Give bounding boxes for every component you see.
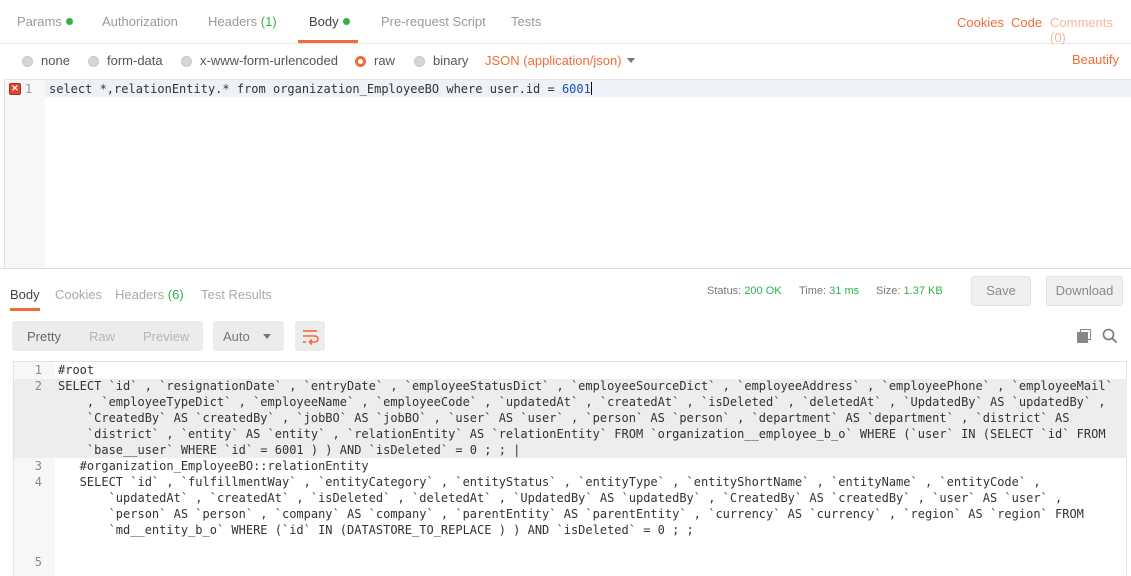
cookies-link[interactable]: Cookies [957,15,1004,30]
tab-tests[interactable]: Tests [511,14,541,29]
search-icon[interactable] [1102,328,1118,344]
line-number: 1 [25,82,33,96]
copy-icon[interactable] [1077,329,1091,343]
response-code-line: `person` AS `person` , `company` AS `com… [58,507,1084,521]
tab-authorization[interactable]: Authorization [102,14,178,29]
view-pretty-button[interactable]: Pretty [27,329,61,344]
error-x-icon[interactable]: × [9,83,21,95]
view-mode-group: Pretty Raw Preview [12,321,203,351]
view-preview-button[interactable]: Preview [143,329,189,344]
params-active-dot [65,18,73,25]
body-option-raw[interactable]: raw [355,53,395,68]
tab-headers[interactable]: Headers (1) [208,14,277,29]
save-button[interactable]: Save [971,276,1031,306]
chevron-down-icon [263,334,271,339]
size-readout: Size: 1.37 KB [876,285,943,297]
response-line-number: 3 [34,459,42,473]
response-tab-headers[interactable]: Headers (6) [115,287,184,302]
request-tab-bar: Params Authorization Headers (1) Body Pr… [0,0,1131,45]
radio-binary[interactable] [414,56,425,67]
response-bar: Body Cookies Headers (6) Test Results St… [0,268,1131,311]
response-code-line: `district` , `entity` AS `entity` , `rel… [58,427,1106,441]
radio-form-data[interactable] [88,56,99,67]
response-code-line: SELECT `id` , `fulfillmentWay` , `entity… [58,475,1041,489]
response-code-line: , `employeeTypeDict` , `employeeName` , … [58,395,1106,409]
response-code-line: #root [58,363,95,377]
radio-urlencoded[interactable] [181,56,192,67]
response-code-line: `base__user` WHERE `id` = 6001 ) ) AND `… [58,443,521,457]
body-option-form-data[interactable]: form-data [88,53,163,68]
content-type-select[interactable]: JSON (application/json) [485,53,622,68]
code-link[interactable]: Code [1011,15,1042,30]
response-body-viewer[interactable]: 1 #root 2 SELECT `id` , `resignationDate` ,… [13,361,1127,576]
radio-none[interactable] [22,56,33,67]
body-option-binary[interactable]: binary [414,53,468,68]
response-code-line: #organization_EmployeeBO::relationEntity [58,459,369,473]
response-code-line: `md__entity_b_o` WHERE (`id` IN (DATASTO… [58,523,694,537]
chevron-down-icon[interactable] [627,58,635,63]
response-line-number: 2 [34,379,42,393]
body-active-dot [342,18,350,25]
active-response-tab-indicator [10,308,40,311]
comments-link[interactable]: Comments (0) [1050,15,1131,45]
request-body-editor[interactable]: × 1 select *,relationEntity.* from organ… [4,79,1131,269]
response-code-line: `updatedAt` , `createdAt` , `isDeleted` … [58,491,1063,505]
tab-body[interactable]: Body [309,14,350,29]
response-code-line: SELECT `id` , `resignationDate` , `entry… [58,379,1113,393]
response-tab-body[interactable]: Body [10,287,40,302]
beautify-button[interactable]: Beautify [1072,52,1119,67]
time-readout: Time: 31 ms [799,285,860,297]
tab-params[interactable]: Params [17,14,73,29]
wrap-lines-button[interactable] [295,321,325,351]
text-cursor [590,82,592,95]
response-tab-test-results[interactable]: Test Results [201,287,272,302]
body-option-urlencoded[interactable]: x-www-form-urlencoded [181,53,338,68]
status-readout: Status: 200 OK [707,285,782,297]
active-tab-indicator [298,40,358,43]
response-tab-cookies[interactable]: Cookies [55,287,102,302]
tab-prerequest-script[interactable]: Pre-request Script [381,14,486,29]
view-raw-button[interactable]: Raw [89,329,115,344]
response-code-line: `CreatedBy` AS `createdBy` , `jobBO` AS … [58,411,1070,425]
download-button[interactable]: Download [1046,276,1123,306]
radio-raw[interactable] [355,56,366,67]
editor-code-line[interactable]: select *,relationEntity.* from organizat… [49,82,592,96]
response-line-number: 5 [34,555,42,569]
body-option-none[interactable]: none [22,53,70,68]
format-select[interactable]: Auto [213,321,284,351]
response-line-number: 1 [34,363,42,377]
wrap-lines-icon [303,330,319,346]
response-line-number: 4 [34,475,42,489]
editor-gutter [5,80,45,269]
